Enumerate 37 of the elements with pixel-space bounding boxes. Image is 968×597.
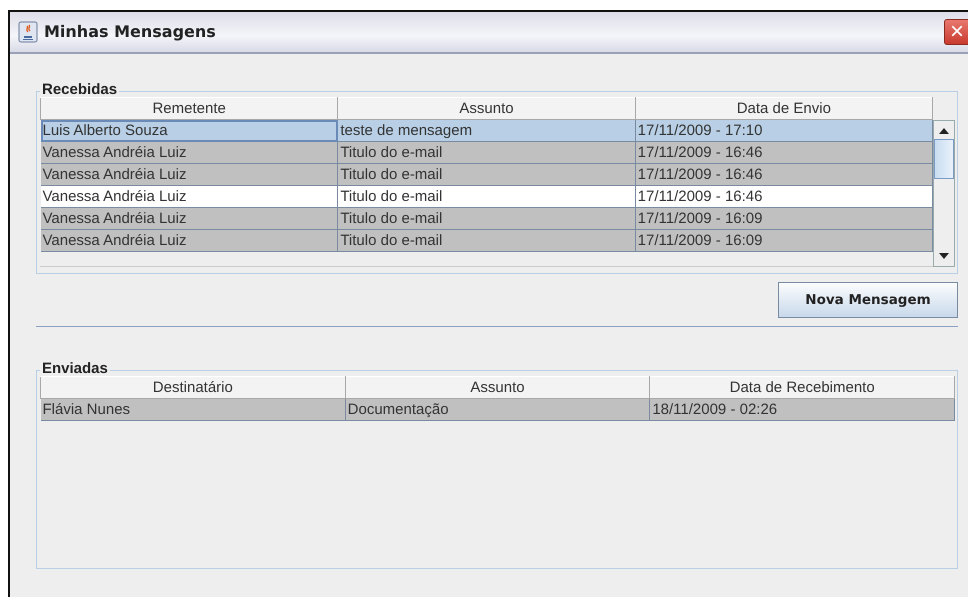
table-cell[interactable]: teste de mensagem [338, 120, 636, 142]
table-cell[interactable]: Vanessa Andréia Luiz [40, 208, 338, 230]
caret-down-icon [939, 253, 949, 259]
new-message-button[interactable]: Nova Mensagem [778, 282, 958, 318]
table-cell[interactable]: Titulo do e-mail [338, 230, 636, 252]
table-cell[interactable]: Vanessa Andréia Luiz [40, 142, 338, 164]
panel-title: Enviadas [41, 361, 109, 376]
table-cell[interactable]: Documentação [345, 398, 650, 420]
column-header[interactable]: Assunto [338, 98, 636, 120]
column-header[interactable]: Data de Recebimento [650, 376, 954, 398]
table-cell[interactable]: Luis Alberto Souza [40, 120, 338, 142]
close-button[interactable]: × [944, 19, 968, 45]
column-header[interactable]: Destinatário [40, 376, 346, 398]
table-cell[interactable]: 17/11/2009 - 16:09 [635, 208, 932, 230]
table-cell[interactable]: Vanessa Andréia Luiz [40, 164, 338, 186]
table-cell[interactable]: 17/11/2009 - 16:46 [635, 142, 932, 164]
java-cup-icon [18, 21, 38, 43]
table-cell[interactable]: Flávia Nunes [40, 398, 346, 420]
table-cell[interactable]: 18/11/2009 - 02:26 [650, 398, 954, 420]
table-cell[interactable]: Vanessa Andréia Luiz [40, 186, 338, 208]
table-cell[interactable]: 17/11/2009 - 16:46 [635, 186, 932, 208]
table-cell[interactable]: Titulo do e-mail [338, 186, 636, 208]
panel-title: Recebidas [41, 82, 118, 97]
column-header[interactable]: Assunto [345, 376, 650, 398]
caret-up-icon [939, 128, 949, 134]
window-title: Minhas Mensagens [44, 21, 217, 43]
table-cell[interactable]: Titulo do e-mail [338, 208, 636, 230]
table-cell[interactable]: Vanessa Andréia Luiz [40, 230, 338, 252]
table-cell[interactable]: 17/11/2009 - 16:46 [635, 164, 932, 186]
table-cell[interactable]: Titulo do e-mail [338, 164, 636, 186]
column-header[interactable]: Remetente [40, 98, 338, 120]
scrollbar-thumb[interactable] [934, 139, 954, 179]
table-cell[interactable]: 17/11/2009 - 16:09 [635, 230, 932, 252]
table-cell[interactable]: 17/11/2009 - 17:10 [635, 120, 932, 142]
column-header[interactable]: Data de Envio [635, 98, 932, 120]
scrollbar[interactable] [933, 120, 955, 267]
table-cell[interactable]: Titulo do e-mail [338, 142, 636, 164]
